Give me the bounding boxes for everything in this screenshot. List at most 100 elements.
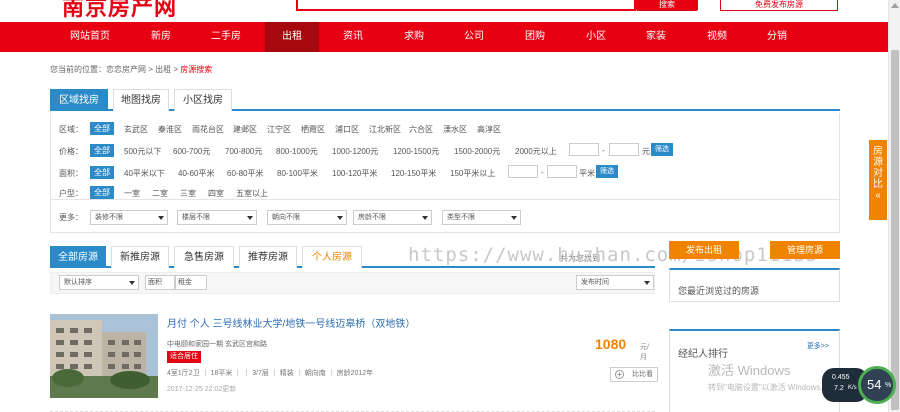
tab-community-search[interactable]: 小区找房 bbox=[174, 89, 232, 111]
filter-option[interactable]: 40-60平米 bbox=[178, 168, 214, 179]
type-select[interactable]: 类型不限 bbox=[442, 210, 521, 225]
filter-option[interactable]: 120-150平米 bbox=[391, 168, 436, 179]
tab-personal-listings[interactable]: 个人房源 bbox=[302, 246, 362, 268]
price-filter-button[interactable]: 筛选 bbox=[651, 143, 673, 156]
filter-option[interactable]: 二室 bbox=[152, 188, 168, 199]
search-button[interactable]: 搜索 bbox=[636, 0, 698, 11]
filter-option[interactable]: 2000元以上 bbox=[515, 146, 557, 157]
select-value: 类型不限 bbox=[447, 214, 475, 221]
filter-option[interactable]: 建邺区 bbox=[233, 124, 257, 135]
breadcrumb: 您当前的位置：恋恋房产网 > 出租 > 房源搜索 bbox=[50, 64, 212, 75]
decoration-select[interactable]: 装修不限 bbox=[90, 210, 168, 225]
compare-float-label: 房源对比 bbox=[873, 146, 883, 190]
nav-item-news[interactable]: 资讯 bbox=[326, 22, 380, 52]
chevron-down-icon bbox=[422, 216, 428, 220]
filter-option[interactable]: 80-100平米 bbox=[277, 168, 318, 179]
upload-speed: 0.455 bbox=[832, 374, 850, 381]
listing-photo[interactable] bbox=[50, 314, 158, 398]
size-min-input[interactable] bbox=[508, 165, 538, 178]
nav-item-company[interactable]: 公司 bbox=[447, 22, 501, 52]
nav-item-decoration[interactable]: 家装 bbox=[629, 22, 683, 52]
breadcrumb-site[interactable]: 恋恋房产网 bbox=[106, 65, 146, 74]
nav-item-community[interactable]: 小区 bbox=[569, 22, 623, 52]
filter-option[interactable]: 40平米以下 bbox=[124, 168, 165, 179]
filter-option-all[interactable]: 全部 bbox=[90, 186, 114, 199]
filter-option[interactable]: 600-700元 bbox=[173, 146, 210, 157]
filter-option[interactable]: 四室 bbox=[208, 188, 224, 199]
filter-option[interactable]: 江北新区 bbox=[369, 124, 401, 135]
filter-option-all[interactable]: 全部 bbox=[90, 144, 114, 157]
filter-option[interactable]: 1200-1500元 bbox=[393, 146, 439, 157]
listing-community[interactable]: 中电颐和家园一期 玄武区宫和路 bbox=[167, 339, 267, 349]
nav-item-resale[interactable]: 二手房 bbox=[199, 22, 253, 52]
filter-option[interactable]: 一室 bbox=[124, 188, 140, 199]
scroll-thumb[interactable] bbox=[891, 50, 899, 410]
price-max-input[interactable] bbox=[609, 143, 639, 156]
filter-option[interactable]: 三室 bbox=[180, 188, 196, 199]
nav-item-rent[interactable]: 出租 bbox=[265, 22, 319, 52]
filter-option[interactable]: 150平米以上 bbox=[450, 168, 495, 179]
nav-item-new-homes[interactable]: 新房 bbox=[134, 22, 188, 52]
price-min-input[interactable] bbox=[569, 143, 599, 156]
filter-option[interactable]: 500元以下 bbox=[124, 146, 161, 157]
filter-option[interactable]: 800-1000元 bbox=[276, 146, 318, 157]
tab-map-search[interactable]: 地图找房 bbox=[113, 89, 169, 111]
compare-float-tab[interactable]: 房源对比 « bbox=[869, 140, 887, 220]
nav-item-group-buy[interactable]: 团购 bbox=[508, 22, 562, 52]
select-value: 朝向不限 bbox=[272, 214, 300, 221]
tab-recommended-listings[interactable]: 推荐房源 bbox=[239, 246, 297, 268]
filter-option[interactable]: 高淳区 bbox=[477, 124, 501, 135]
cpu-gauge[interactable]: 54 % bbox=[858, 366, 896, 404]
manage-listings-button[interactable]: 管理房源 bbox=[770, 241, 840, 259]
tab-all-listings[interactable]: 全部房源 bbox=[50, 246, 106, 268]
nav-item-video[interactable]: 视频 bbox=[690, 22, 744, 52]
select-value: 房龄不限 bbox=[358, 214, 386, 221]
filter-label: 价格： bbox=[59, 147, 83, 156]
breadcrumb-separator: > bbox=[146, 65, 156, 74]
time-sort-select[interactable]: 发布时间 bbox=[576, 275, 654, 290]
filter-option[interactable]: 60-80平米 bbox=[227, 168, 263, 179]
scroll-up-arrow-icon[interactable] bbox=[891, 3, 899, 8]
sort-select[interactable]: 默认排序 bbox=[59, 275, 139, 290]
tab-new-listings[interactable]: 新推房源 bbox=[111, 246, 169, 268]
filter-option-all[interactable]: 全部 bbox=[90, 166, 114, 179]
compare-button[interactable]: + 比比看 bbox=[610, 367, 658, 382]
filter-option[interactable]: 五室以上 bbox=[236, 188, 268, 199]
age-select[interactable]: 房龄不限 bbox=[353, 210, 432, 225]
filter-option[interactable]: 1500-2000元 bbox=[454, 146, 500, 157]
breadcrumb-section[interactable]: 出租 bbox=[155, 65, 171, 74]
filter-option[interactable]: 玄武区 bbox=[124, 124, 148, 135]
size-unit: 平米 bbox=[579, 169, 595, 178]
tab-urgent-listings[interactable]: 急售房源 bbox=[174, 246, 234, 268]
page-scrollbar[interactable] bbox=[888, 0, 900, 412]
nav-item-distribution[interactable]: 分销 bbox=[750, 22, 804, 52]
publish-listing-button[interactable]: 免费发布房源 bbox=[720, 0, 838, 11]
size-filter-button[interactable]: 筛选 bbox=[596, 165, 618, 178]
filter-option[interactable]: 溧水区 bbox=[443, 124, 467, 135]
size-max-input[interactable] bbox=[547, 165, 577, 178]
list-item[interactable]: 月付 个人 三号线林业大学/地铁一号线迈皋桥（双地铁） 中电颐和家园一期 玄武区… bbox=[50, 306, 658, 412]
tab-area-search[interactable]: 区域找房 bbox=[50, 89, 108, 111]
sort-area-button[interactable]: 面积 bbox=[145, 275, 175, 290]
filter-option[interactable]: 700-800元 bbox=[225, 146, 262, 157]
listing-title[interactable]: 月付 个人 三号线林业大学/地铁一号线迈皋桥（双地铁） bbox=[167, 315, 415, 330]
orientation-select[interactable]: 朝向不限 bbox=[267, 210, 347, 225]
filter-option[interactable]: 雨花台区 bbox=[192, 124, 224, 135]
filter-option[interactable]: 浦口区 bbox=[335, 124, 359, 135]
site-logo[interactable]: 南京房产网 bbox=[62, 0, 177, 22]
filter-option[interactable]: 100-120平米 bbox=[332, 168, 377, 179]
filter-option-all[interactable]: 全部 bbox=[90, 122, 114, 135]
filter-option[interactable]: 秦淮区 bbox=[158, 124, 182, 135]
search-input[interactable] bbox=[296, 0, 636, 11]
agent-more-link[interactable]: 更多>> bbox=[807, 341, 829, 351]
publish-rent-button[interactable]: 发布出租 bbox=[669, 241, 739, 259]
sort-rent-button[interactable]: 租金 bbox=[175, 275, 207, 290]
filter-option[interactable]: 1000-1200元 bbox=[332, 146, 378, 157]
nav-item-home[interactable]: 网站首页 bbox=[63, 22, 117, 52]
nav-item-wanted[interactable]: 求购 bbox=[387, 22, 441, 52]
filter-option[interactable]: 江宁区 bbox=[267, 124, 291, 135]
filter-option[interactable]: 栖霞区 bbox=[301, 124, 325, 135]
floor-select[interactable]: 楼层不限 bbox=[177, 210, 257, 225]
filter-option[interactable]: 六合区 bbox=[409, 124, 433, 135]
manage-listings-label: 管理房源 bbox=[786, 245, 823, 255]
